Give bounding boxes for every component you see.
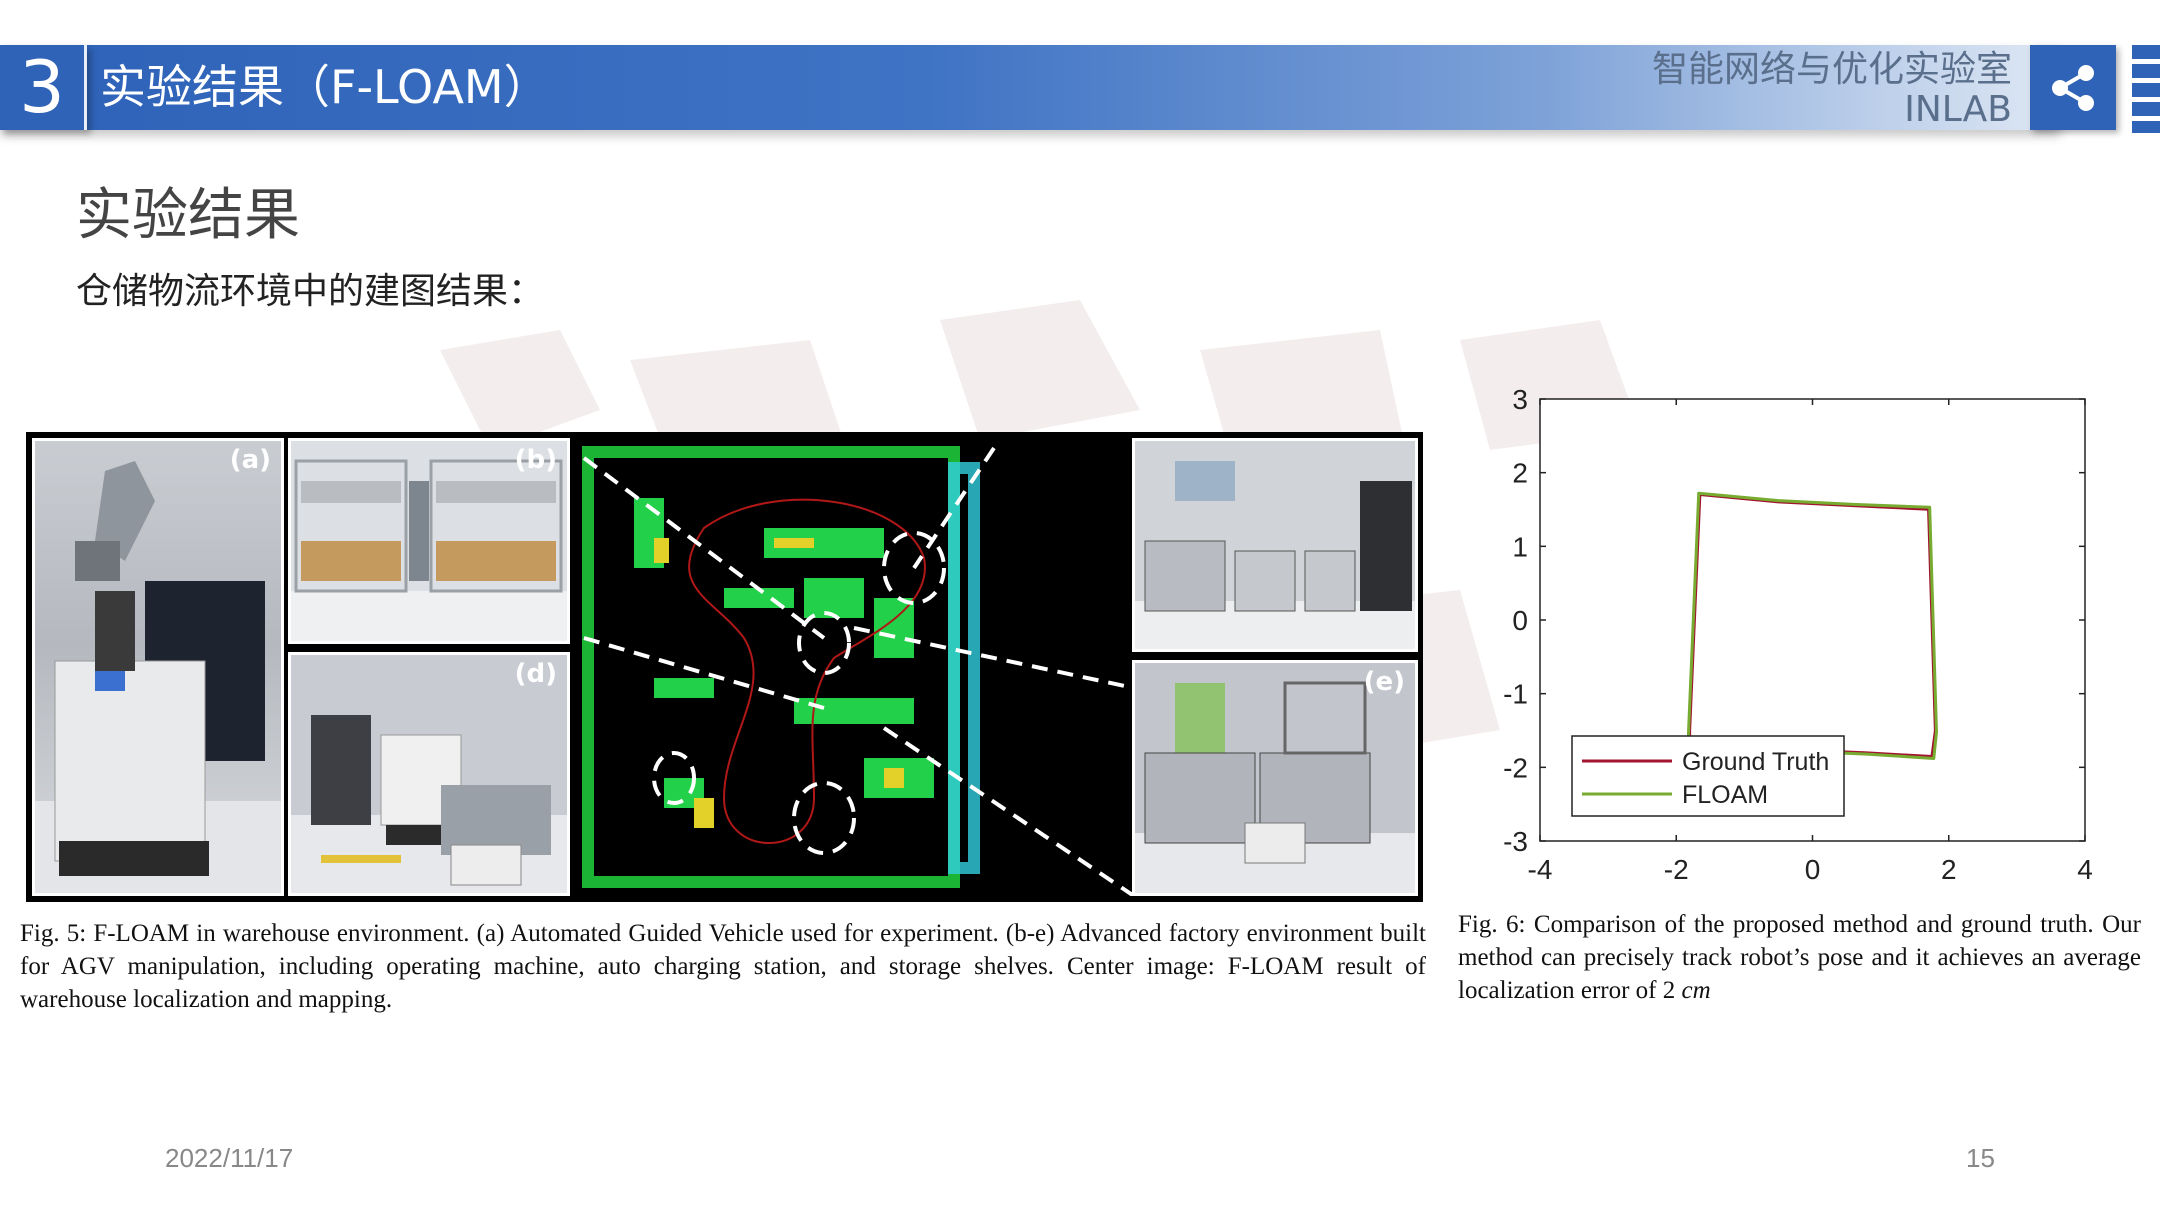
share-button[interactable]	[2030, 45, 2116, 130]
legend-label: FLOAM	[1682, 781, 1768, 809]
factory-illustration	[1135, 681, 1415, 893]
trajectory-chart: -4 -2 0 2 4 3 2 1 0 -1 -2 -3 Ground Truth FLOAM	[1503, 384, 2093, 885]
lab-name-en: INLAB	[1904, 89, 2012, 130]
figure5-caption: Fig. 5: F-LOAM in warehouse environment.…	[20, 920, 1426, 1013]
x-tick-label: -2	[1664, 854, 1689, 885]
point-cloud-map	[574, 438, 1154, 898]
sub-heading: 仓储物流环境中的建图结果：	[76, 271, 545, 312]
y-tick-label: 1	[1512, 531, 1528, 562]
workstation-illustration	[291, 715, 567, 893]
photo-agv: (a)	[32, 438, 284, 896]
x-tick-label: -4	[1528, 854, 1553, 885]
y-tick-label: -3	[1503, 826, 1528, 857]
figure6-caption-unit: cm	[1681, 977, 1711, 1004]
slide-title: 实验结果（F-LOAM）	[100, 60, 550, 114]
x-tick-label: 2	[1941, 854, 1957, 885]
panel-label-b: (b)	[514, 445, 557, 475]
panel-label-e: (e)	[1363, 667, 1405, 697]
figure6-caption: Fig. 6: Comparison of the proposed metho…	[1458, 908, 2141, 1007]
share-icon	[2052, 64, 2094, 111]
agv-illustration	[35, 461, 281, 893]
map-illustration	[582, 446, 1136, 898]
main-heading: 实验结果	[76, 183, 300, 248]
figure-warehouse-composite: (a) (b) (d) (e)	[26, 432, 1423, 902]
x-tick-label: 4	[2077, 854, 2093, 885]
photo-machines	[1132, 438, 1418, 652]
y-tick-label: -1	[1503, 679, 1528, 710]
lab-name: 智能网络与优化实验室 INLAB	[1652, 50, 2012, 130]
footer-date: 2022/11/17	[165, 1143, 294, 1173]
x-tick-label: 0	[1805, 854, 1821, 885]
lab-name-cn: 智能网络与优化实验室	[1651, 49, 2012, 90]
y-tick-label: 3	[1512, 384, 1528, 415]
photo-workstation: (d)	[288, 652, 570, 896]
panel-label-a: (a)	[229, 445, 271, 475]
machines-illustration	[1135, 461, 1415, 649]
section-number: 3	[0, 45, 87, 130]
legend-label: Ground Truth	[1682, 748, 1829, 776]
y-tick-label: 2	[1512, 458, 1528, 489]
panel-label-d: (d)	[514, 659, 557, 689]
page-number: 15	[1966, 1143, 1995, 1173]
photo-shelves: (b)	[288, 438, 570, 644]
y-tick-label: -2	[1503, 752, 1528, 783]
figure6-caption-text: Fig. 6: Comparison of the proposed metho…	[1458, 911, 2141, 1004]
y-tick-label: 0	[1512, 605, 1528, 636]
photo-factory: (e)	[1132, 660, 1418, 896]
edge-decoration	[2132, 45, 2160, 133]
